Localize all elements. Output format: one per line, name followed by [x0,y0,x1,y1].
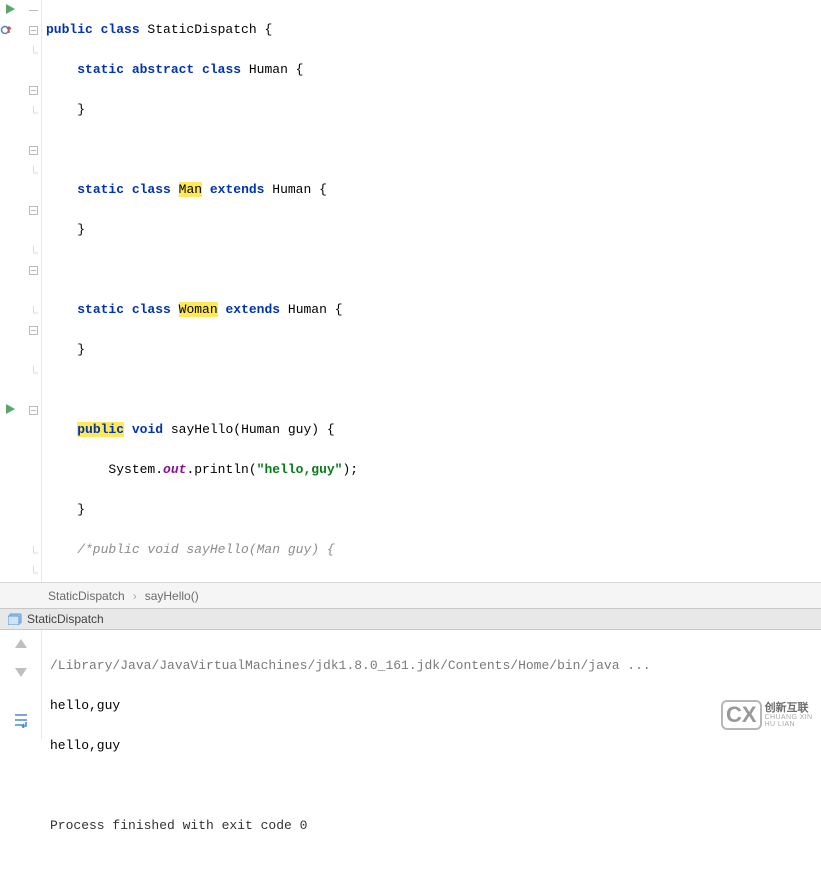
code-line[interactable]: } [46,340,821,360]
code-line[interactable]: public class StaticDispatch { [46,20,821,40]
fold-minus-icon[interactable] [29,264,39,274]
fold-minus-icon[interactable] [29,144,39,154]
run-config-tab[interactable]: StaticDispatch [0,608,821,630]
fold-minus-icon[interactable] [29,84,39,94]
fold-end-icon[interactable] [29,544,39,554]
fold-minus-icon[interactable] [29,4,39,14]
watermark-subtext: CHUANG XIN HU LIAN [765,714,815,728]
code-line[interactable]: } [46,500,821,520]
fold-end-icon[interactable] [29,104,39,114]
fold-end-icon[interactable] [29,244,39,254]
code-line[interactable]: public void sayHello(Human guy) { [46,420,821,440]
application-icon [8,613,22,625]
editor-area: public class StaticDispatch { static abs… [0,0,821,582]
soft-wrap-icon[interactable] [12,712,30,732]
fold-minus-icon[interactable] [29,404,39,414]
code-line[interactable]: } [46,100,821,120]
fold-minus-icon[interactable] [29,204,39,214]
run-config-label: StaticDispatch [27,612,104,626]
fold-minus-icon[interactable] [29,324,39,334]
console-output[interactable]: /Library/Java/JavaVirtualMachines/jdk1.8… [42,630,821,739]
code-line[interactable]: static class Woman extends Human { [46,300,821,320]
fold-minus-icon[interactable] [29,24,39,34]
console-toolbar [0,630,42,739]
code-line[interactable]: static abstract class Human { [46,60,821,80]
code-line[interactable]: /*public void sayHello(Man guy) { [46,540,821,560]
watermark-badge: CX [721,700,762,730]
console-line: hello,guy [50,696,813,716]
code-line[interactable] [46,140,821,160]
console-exit: Process finished with exit code 0 [50,816,813,836]
fold-end-icon[interactable] [29,164,39,174]
console-command: /Library/Java/JavaVirtualMachines/jdk1.8… [50,656,813,676]
breadcrumb: StaticDispatch › sayHello() [0,582,821,608]
code-area[interactable]: public class StaticDispatch { static abs… [42,0,821,582]
code-line[interactable]: } [46,220,821,240]
code-line[interactable] [46,260,821,280]
watermark-logo: CX 创新互联 CHUANG XIN HU LIAN [721,701,815,729]
console-area: /Library/Java/JavaVirtualMachines/jdk1.8… [0,630,821,739]
fold-end-icon[interactable] [29,304,39,314]
run-main-icon[interactable] [4,403,18,417]
watermark-text: 创新互联 [765,703,815,714]
code-line[interactable]: System.out.println("hello,guy"); [46,460,821,480]
run-class-icon[interactable] [4,3,18,17]
code-line[interactable]: System.out.println("hello,man"); [46,580,821,582]
console-line: hello,guy [50,736,813,756]
console-blank [50,776,813,796]
chevron-right-icon: › [133,589,137,603]
scroll-up-icon[interactable] [13,636,29,656]
code-line[interactable] [46,380,821,400]
code-line[interactable]: static class Man extends Human { [46,180,821,200]
fold-end-icon[interactable] [29,564,39,574]
override-icon[interactable] [0,23,14,37]
breadcrumb-class[interactable]: StaticDispatch [48,589,125,603]
scroll-down-icon[interactable] [13,664,29,684]
breadcrumb-method[interactable]: sayHello() [145,589,199,603]
fold-end-icon[interactable] [29,364,39,374]
fold-end-icon[interactable] [29,44,39,54]
editor-gutter [0,0,42,582]
